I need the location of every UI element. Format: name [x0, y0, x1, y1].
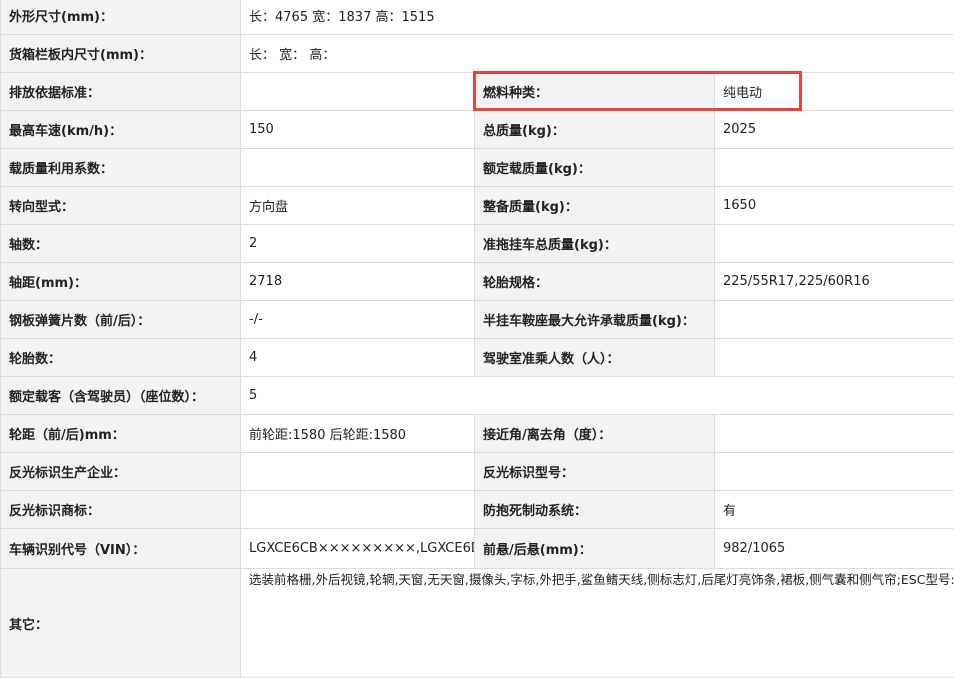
field-value: 2718: [241, 263, 475, 301]
field-value: [241, 491, 475, 529]
value-dimensions: 长：4765 宽：1837 高：1515: [241, 0, 954, 35]
field-value: [241, 453, 475, 491]
length-value: 4765: [275, 10, 308, 25]
row-cargo-box: 货箱栏板内尺寸(mm)： 长： 宽： 高：: [1, 35, 954, 73]
table-row: 最高车速(km/h)：150总质量(kg)：2025: [1, 111, 954, 149]
row-vin: 车辆识别代号（VIN）：LGXCE6CB×××××××××,LGXCE6DB××…: [1, 529, 954, 569]
table-row: 转向型式：方向盘整备质量(kg)：1650: [1, 187, 954, 225]
field-label: 反光标识商标：: [1, 491, 241, 529]
field-label: 轮距（前/后)mm：: [1, 415, 241, 453]
field-value: 150: [241, 111, 475, 149]
table-row: 轮距（前/后)mm：前轮距:1580 后轮距:1580接近角/离去角（度）：: [1, 415, 954, 453]
field-label: 转向型式：: [1, 187, 241, 225]
field-label: 准拖挂车总质量(kg)：: [475, 225, 715, 263]
field-label: 最高车速(km/h)：: [1, 111, 241, 149]
field-value: 1650: [715, 187, 954, 225]
label-vin: 车辆识别代号（VIN）：: [1, 529, 241, 569]
field-label: 总质量(kg)：: [475, 111, 715, 149]
cargo-length-label: 长：: [249, 48, 275, 63]
label-other: 其它：: [1, 569, 241, 678]
table-row: 轮胎数：4驾驶室准乘人数（人）：: [1, 339, 954, 377]
field-value: 2025: [715, 111, 954, 149]
row-other: 其它：选装前格栅,外后视镜,轮辋,天窗,无天窗,摄像头,字标,外把手,鲨鱼鳍天线…: [1, 569, 954, 678]
table-row: 载质量利用系数： 额定载质量(kg)：: [1, 149, 954, 187]
width-label: 宽：: [312, 10, 338, 25]
field-label: 整备质量(kg)：: [475, 187, 715, 225]
field-label: 防抱死制动系统：: [475, 491, 715, 529]
field-label: 额定载质量(kg)：: [475, 149, 715, 187]
value-seats: 5: [241, 377, 954, 415]
length-label: 长：: [249, 10, 275, 25]
field-value: -/-: [241, 301, 475, 339]
table-row: 轴数：2准拖挂车总质量(kg)：: [1, 225, 954, 263]
field-value: [241, 73, 475, 111]
height-label: 高：: [376, 10, 402, 25]
field-value: [715, 149, 954, 187]
cargo-height-label: 高：: [309, 48, 335, 63]
field-value: 前轮距:1580 后轮距:1580: [241, 415, 475, 453]
field-label: 轴数：: [1, 225, 241, 263]
field-value: 有: [715, 491, 954, 529]
field-value: 2: [241, 225, 475, 263]
label-seats: 额定载客（含驾驶员）（座位数）：: [1, 377, 241, 415]
value-cargo-box: 长： 宽： 高：: [241, 35, 954, 73]
field-value: 4: [241, 339, 475, 377]
value-other: 选装前格栅,外后视镜,轮辋,天窗,无天窗,摄像头,字标,外把手,鲨鱼鳍天线,侧标…: [241, 569, 954, 678]
field-value: 225/55R17,225/60R16: [715, 263, 954, 301]
field-label: 轮胎规格：: [475, 263, 715, 301]
label-cargo-box: 货箱栏板内尺寸(mm)：: [1, 35, 241, 73]
table-row: 排放依据标准： 燃料种类：纯电动: [1, 73, 954, 111]
table-row: 轴距(mm)：2718轮胎规格：225/55R17,225/60R16: [1, 263, 954, 301]
field-label: 轮胎数：: [1, 339, 241, 377]
cargo-width-label: 宽：: [279, 48, 305, 63]
field-value: [715, 453, 954, 491]
width-value: 1837: [338, 10, 371, 25]
field-value: [241, 149, 475, 187]
value-overhang: 982/1065: [715, 529, 954, 569]
field-value: [715, 225, 954, 263]
field-label: 反光标识生产企业：: [1, 453, 241, 491]
row-seats: 额定载客（含驾驶员）（座位数）：5: [1, 377, 954, 415]
field-value: [715, 415, 954, 453]
field-label: 燃料种类：: [475, 73, 715, 111]
field-label: 接近角/离去角（度）：: [475, 415, 715, 453]
field-value: 方向盘: [241, 187, 475, 225]
label-dimensions: 外形尺寸(mm)：: [1, 0, 241, 35]
field-value: [715, 339, 954, 377]
row-dimensions: 外形尺寸(mm)： 长：4765 宽：1837 高：1515: [1, 0, 954, 35]
value-vin: LGXCE6CB×××××××××,LGXCE6DB×××××××××: [241, 529, 475, 569]
field-label: 轴距(mm)：: [1, 263, 241, 301]
field-label: 半挂车鞍座最大允许承载质量(kg)：: [475, 301, 715, 339]
height-value: 1515: [402, 10, 435, 25]
table-row: 反光标识商标： 防抱死制动系统：有: [1, 491, 954, 529]
field-label: 驾驶室准乘人数（人）：: [475, 339, 715, 377]
field-label: 反光标识型号：: [475, 453, 715, 491]
field-label: 载质量利用系数：: [1, 149, 241, 187]
label-overhang: 前悬/后悬(mm)：: [475, 529, 715, 569]
field-value: [715, 301, 954, 339]
table-row: 反光标识生产企业： 反光标识型号：: [1, 453, 954, 491]
field-label: 钢板弹簧片数（前/后）：: [1, 301, 241, 339]
field-value: 纯电动: [715, 73, 954, 111]
table-row: 钢板弹簧片数（前/后）：-/-半挂车鞍座最大允许承载质量(kg)：: [1, 301, 954, 339]
field-label: 排放依据标准：: [1, 73, 241, 111]
spec-table: 外形尺寸(mm)： 长：4765 宽：1837 高：1515 货箱栏板内尺寸(m…: [0, 0, 954, 678]
